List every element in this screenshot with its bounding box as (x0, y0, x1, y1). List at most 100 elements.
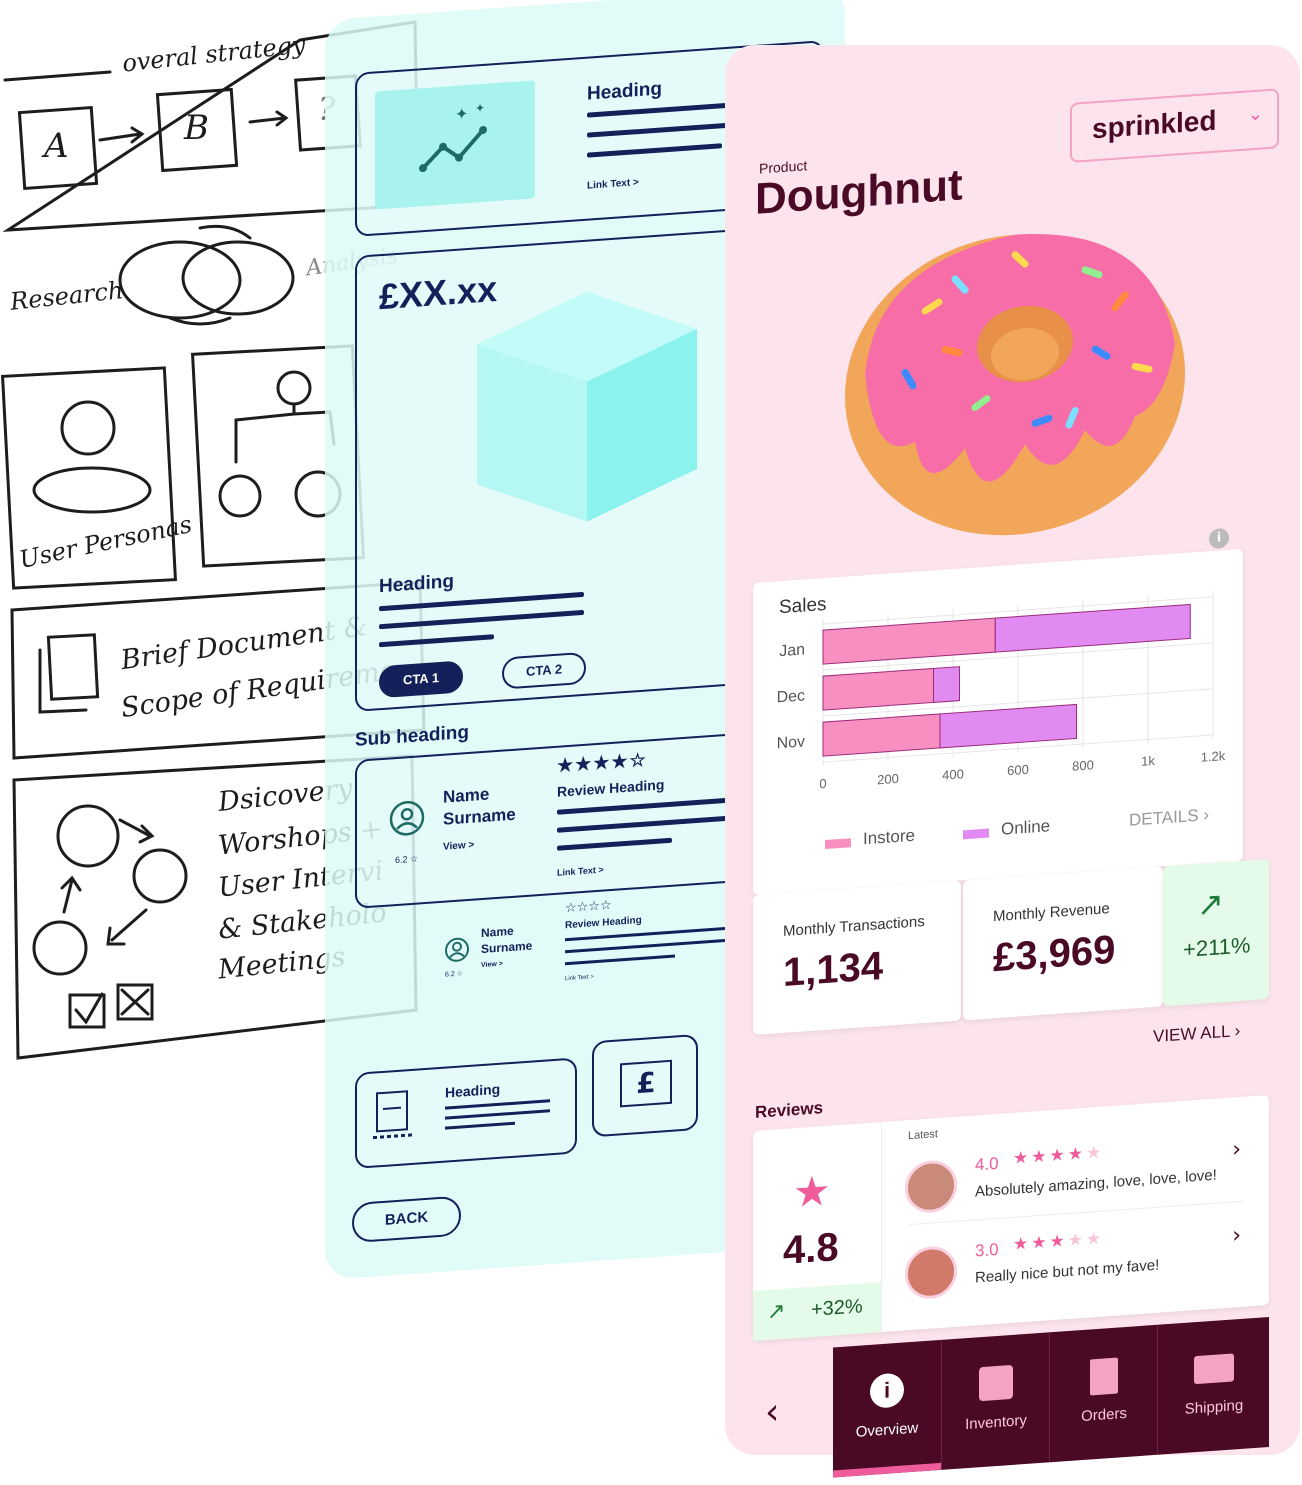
chart-placeholder: ✦ ✦ (375, 80, 535, 210)
bar-online (933, 666, 960, 703)
review-link[interactable]: Link Text > (565, 974, 594, 982)
review-rating: 4.0 (975, 1153, 999, 1175)
rating-change: +32% (811, 1295, 863, 1321)
receipt-icon (1090, 1357, 1118, 1396)
variant-select-value: sprinkled (1092, 104, 1217, 145)
bar-online (994, 603, 1191, 653)
view-all-label: VIEW ALL (1153, 1021, 1230, 1047)
y-category-label: Dec (777, 687, 805, 706)
star-icon: ★ (793, 1165, 831, 1218)
star-icon: ★ (1031, 1232, 1050, 1254)
nav-orders[interactable]: Orders (1049, 1324, 1158, 1463)
review-heading: Review Heading (557, 776, 665, 800)
nav-label: Orders (1081, 1404, 1127, 1426)
wire-rating: 6.2 ☆ (395, 853, 419, 866)
sales-card: i Sales 0 200 400 600 800 1k 1.2k Jan Dec Nov Ins… (753, 527, 1243, 896)
nav-overview[interactable]: i Overview (833, 1340, 941, 1478)
text-line (557, 815, 727, 833)
star-icon: ★ (1086, 1142, 1105, 1164)
review-stars: ★★★★★ (1013, 1228, 1104, 1254)
chevron-right-icon[interactable]: › (1232, 1137, 1241, 1163)
bottom-nav: i Overview Inventory Orders Shipping (833, 1316, 1270, 1478)
back-button[interactable]: BACK (352, 1195, 461, 1244)
rating-stars: ★★★★☆ (557, 749, 648, 776)
transactions-value: 1,134 (783, 943, 884, 995)
review-link[interactable]: Link Text > (557, 865, 604, 878)
back-chevron-icon[interactable]: ‹ (765, 1391, 779, 1433)
review-rating: 3.0 (975, 1239, 999, 1261)
cta-2-button[interactable]: CTA 2 (502, 651, 586, 690)
legend-swatch-online (963, 828, 989, 840)
svg-text:✦: ✦ (455, 104, 468, 124)
reviewer-surname: Surname (443, 804, 516, 829)
star-icon: ★ (1067, 1229, 1086, 1252)
text-line (445, 1109, 550, 1120)
text-line (557, 837, 672, 851)
nav-inventory[interactable]: Inventory (941, 1332, 1050, 1470)
y-category-label: Jan (779, 641, 805, 660)
cta-1-button[interactable]: CTA 1 (379, 660, 463, 699)
info-icon[interactable]: i (1209, 527, 1229, 550)
reviews-card: ★ 4.8 ↗ +32% Latest 4.0 ★★★★★ Absolutely… (753, 1094, 1269, 1342)
trend-up-icon: ↗ (767, 1298, 786, 1326)
legend-label-instore: Instore (863, 825, 915, 849)
wire-price-card[interactable]: £ (592, 1033, 698, 1138)
x-tick-label: 400 (942, 766, 964, 782)
chevron-right-icon[interactable]: › (1232, 1223, 1241, 1249)
wire-bottom-card[interactable]: Heading (355, 1057, 577, 1169)
star-icon: ★ (1086, 1228, 1105, 1250)
wire-sub-heading: Sub heading (355, 721, 469, 751)
text-line (565, 939, 725, 954)
transactions-label: Monthly Transactions (783, 913, 925, 940)
rating-change-box: ↗ +32% (753, 1282, 881, 1342)
star-icon: ★ (1013, 1233, 1032, 1255)
info-icon: i (870, 1372, 904, 1409)
reviews-title: Reviews (755, 1098, 824, 1122)
x-tick-label: 200 (877, 771, 899, 787)
x-tick-label: 1.2k (1201, 748, 1226, 765)
reviewer-name: Name (443, 784, 490, 807)
details-link[interactable]: DETAILS › (1129, 805, 1209, 831)
review-text: Absolutely amazing, love, love, love! (975, 1166, 1217, 1201)
avatar-icon (445, 937, 469, 962)
y-category-label: Nov (777, 733, 805, 752)
reviewer-name: Name (481, 923, 514, 941)
sales-title: Sales (779, 593, 827, 619)
star-icon: ★ (1049, 1145, 1068, 1167)
bar-instore (822, 667, 934, 711)
avatar-icon (389, 800, 425, 836)
revenue-change-card: ↗ +211% (1163, 858, 1269, 1007)
bar-instore (822, 713, 941, 757)
reviewer-surname: Surname (481, 938, 533, 957)
doughnut-image (845, 233, 1185, 536)
avatar (905, 1244, 957, 1301)
active-indicator (833, 1462, 941, 1478)
view-link[interactable]: View > (443, 840, 474, 853)
revenue-value: £3,969 (993, 927, 1116, 981)
text-line (445, 1121, 515, 1130)
rating-stars: ☆☆☆☆ (565, 896, 612, 916)
transactions-card: Monthly Transactions 1,134 (753, 880, 961, 1036)
revenue-change: +211% (1183, 932, 1251, 962)
avatar (905, 1158, 957, 1215)
archive-box-icon (979, 1364, 1013, 1402)
chevron-right-icon: › (1234, 1020, 1241, 1041)
chevron-down-icon: ⌄ (1247, 103, 1263, 126)
nav-shipping[interactable]: Shipping (1157, 1316, 1270, 1455)
review-heading: Review Heading (565, 914, 642, 932)
view-link[interactable]: View > (481, 961, 503, 970)
box-a-label: A (44, 126, 69, 166)
nav-label: Inventory (965, 1411, 1027, 1434)
nav-label: Shipping (1184, 1396, 1244, 1418)
text-line (379, 609, 584, 630)
variant-select[interactable]: sprinkled ⌄ (1070, 88, 1279, 163)
cube-placeholder-icon (477, 291, 697, 522)
x-tick-label: 800 (1072, 757, 1094, 773)
x-tick-label: 1k (1141, 753, 1155, 769)
revenue-card: Monthly Revenue £3,969 (963, 866, 1163, 1021)
x-tick-label: 600 (1007, 762, 1029, 778)
star-icon: ★ (1049, 1231, 1068, 1253)
wire-bottom-heading: Heading (445, 1080, 501, 1101)
wire-top-link[interactable]: Link Text > (587, 177, 639, 192)
view-all-link[interactable]: VIEW ALL › (1153, 1021, 1240, 1047)
